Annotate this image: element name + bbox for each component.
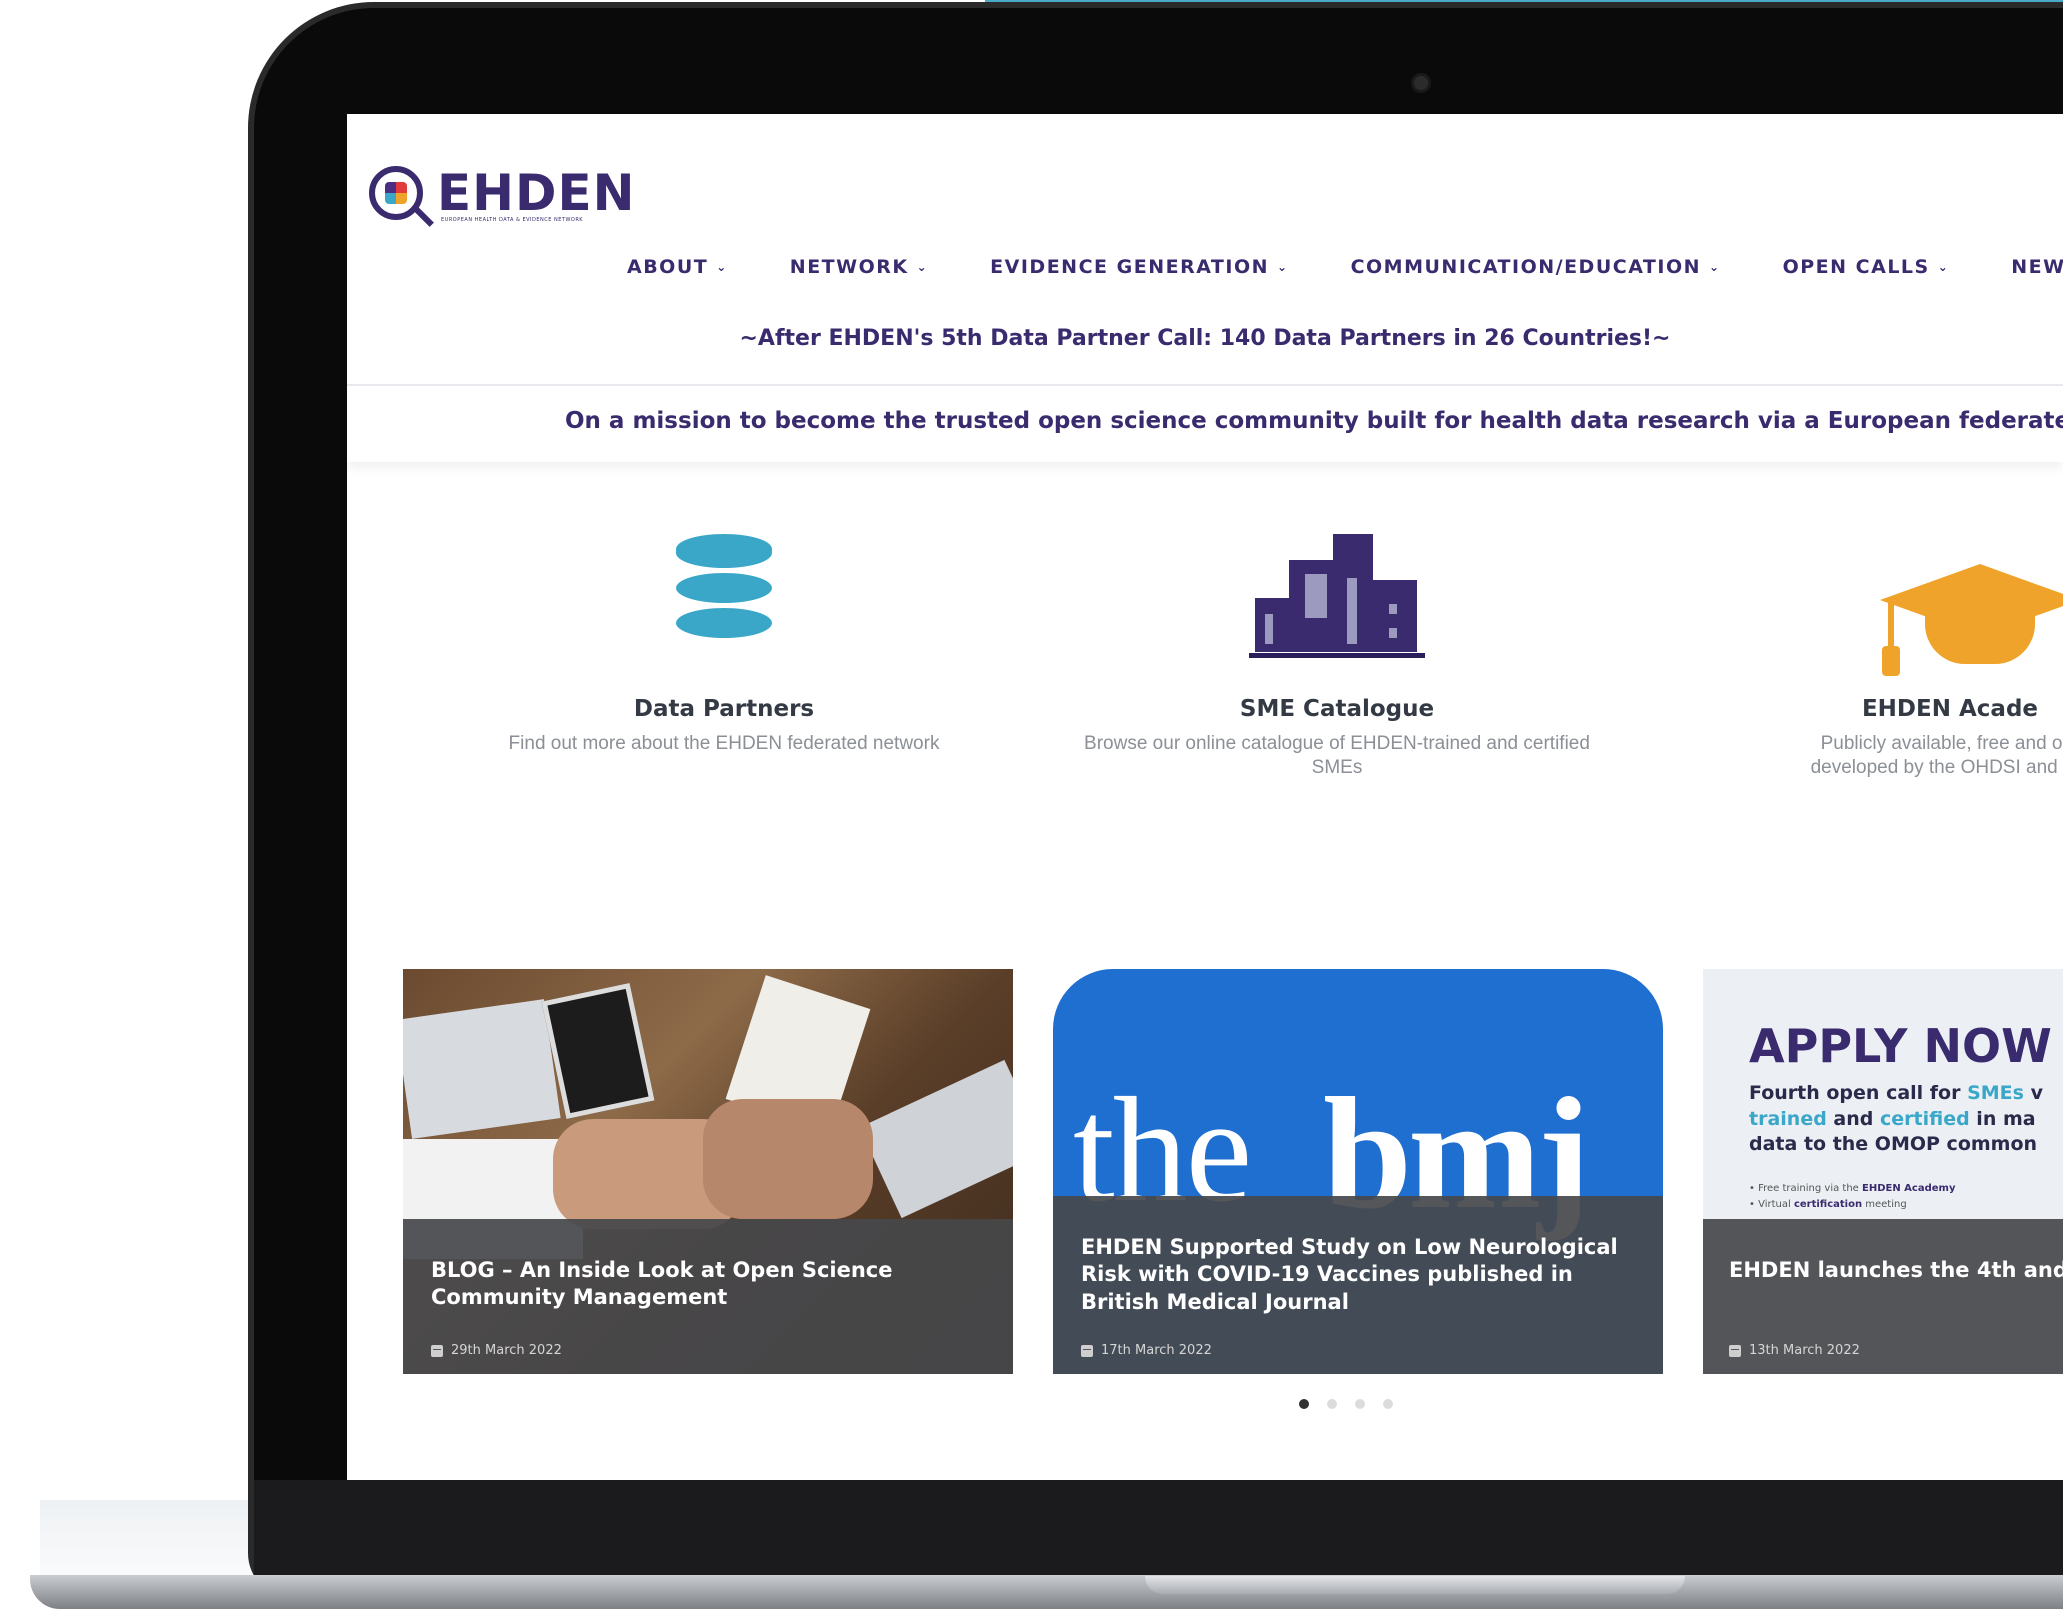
- carousel-dot-1[interactable]: [1299, 1399, 1309, 1409]
- card-title[interactable]: BLOG – An Inside Look at Open Science Co…: [431, 1257, 985, 1312]
- feature-data-partners[interactable]: Data Partners Find out more about the EH…: [464, 534, 984, 756]
- card-caption: EHDEN launches the 4th and SMEs 13th Mar…: [1703, 1219, 2063, 1374]
- mission-statement: On a mission to become the trusted open …: [565, 408, 2063, 434]
- main-nav: ABOUT ⌄ NETWORK ⌄ EVIDENCE GENERATION ⌄ COM…: [627, 256, 2063, 278]
- card-title[interactable]: EHDEN launches the 4th and SMEs: [1729, 1257, 2063, 1284]
- laptop-notch: [1145, 1576, 1685, 1594]
- logo-text: EHDEN: [437, 164, 636, 222]
- chevron-down-icon: ⌄: [1709, 260, 1721, 274]
- buildings-icon: [1077, 534, 1597, 674]
- feature-sme-catalogue[interactable]: SME Catalogue Browse our online catalogu…: [1077, 534, 1597, 780]
- apply-now-bullets: • Free training via the EHDEN Academy • …: [1749, 1183, 1956, 1210]
- magnifier-logo-icon: [369, 166, 423, 220]
- nav-network[interactable]: NETWORK ⌄: [790, 256, 928, 278]
- announcement-banner[interactable]: ~After EHDEN's 5th Data Partner Call: 14…: [347, 326, 2063, 351]
- news-card-bmj[interactable]: the bmj EHDEN Supported Study on Low Neu…: [1053, 969, 1663, 1374]
- calendar-icon: [1081, 1344, 1093, 1357]
- carousel-dot-3[interactable]: [1355, 1399, 1365, 1409]
- calendar-icon: [1729, 1344, 1741, 1357]
- apply-now-text: Fourth open call for SMEs v trained and …: [1749, 1082, 2043, 1156]
- card-caption: BLOG – An Inside Look at Open Science Co…: [403, 1219, 1013, 1374]
- feature-title: EHDEN Acade: [1861, 696, 2039, 722]
- nav-news[interactable]: NEWS: [2011, 256, 2063, 278]
- mission-bar: On a mission to become the trusted open …: [347, 384, 2063, 462]
- carousel-dot-4[interactable]: [1383, 1399, 1393, 1409]
- chevron-down-icon: ⌄: [1277, 260, 1289, 274]
- news-card-sme-call[interactable]: APPLY NOW Fourth open call for SMEs v tr…: [1703, 969, 2063, 1374]
- database-icon: [464, 534, 984, 674]
- logo-dots-icon: [385, 182, 407, 204]
- carousel-dot-2[interactable]: [1327, 1399, 1337, 1409]
- laptop-chin: [254, 1480, 2063, 1575]
- feature-description: Publicly available, free and on- develop…: [1810, 733, 2063, 778]
- chevron-down-icon: ⌄: [1937, 260, 1950, 274]
- laptop-base: [30, 1575, 2063, 1609]
- camera-icon: [1414, 76, 1428, 90]
- feature-description: Browse our online catalogue of EHDEN-tra…: [1084, 733, 1590, 778]
- chevron-down-icon: ⌄: [916, 260, 929, 274]
- nav-communication-education[interactable]: COMMUNICATION/EDUCATION ⌄: [1351, 256, 1721, 278]
- news-card-blog[interactable]: BLOG – An Inside Look at Open Science Co…: [403, 969, 1013, 1374]
- nav-open-calls[interactable]: OPEN CALLS ⌄: [1783, 256, 1950, 278]
- card-date: 17th March 2022: [1081, 1343, 1212, 1358]
- feature-description: Find out more about the EHDEN federated …: [508, 733, 940, 754]
- carousel-pagination: [1299, 1399, 1393, 1409]
- card-date: 29th March 2022: [431, 1343, 562, 1358]
- nav-evidence-generation[interactable]: EVIDENCE GENERATION ⌄: [990, 256, 1288, 278]
- nav-about[interactable]: ABOUT ⌄: [627, 256, 728, 278]
- card-title[interactable]: EHDEN Supported Study on Low Neurologica…: [1081, 1234, 1635, 1316]
- chevron-down-icon: ⌄: [716, 260, 728, 274]
- calendar-icon: [431, 1344, 443, 1357]
- website-screen: EHDEN EUROPEAN HEALTH DATA & EVIDENCE NE…: [347, 114, 2063, 1480]
- site-header: EHDEN EUROPEAN HEALTH DATA & EVIDENCE NE…: [347, 114, 2063, 384]
- card-date: 13th March 2022: [1729, 1343, 1860, 1358]
- feature-ehden-academy[interactable]: EHDEN Acade Publicly available, free and…: [1690, 534, 2063, 780]
- feature-title: Data Partners: [633, 696, 815, 722]
- card-caption: EHDEN Supported Study on Low Neurologica…: [1053, 1196, 1663, 1374]
- feature-title: SME Catalogue: [1239, 696, 1435, 722]
- logo-tagline: EUROPEAN HEALTH DATA & EVIDENCE NETWORK: [441, 217, 584, 223]
- graduation-cap-icon: [1690, 534, 2063, 676]
- ehden-logo[interactable]: EHDEN: [369, 166, 636, 220]
- apply-now-heading: APPLY NOW: [1749, 1019, 2052, 1073]
